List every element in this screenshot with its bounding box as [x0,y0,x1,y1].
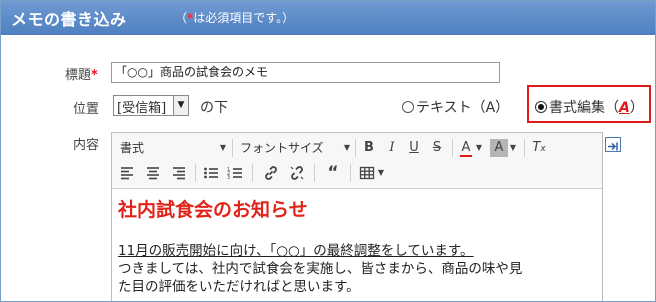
font-size-dropdown[interactable]: フォントサイズ ▼ [240,139,350,157]
unlink-icon[interactable] [288,164,306,182]
position-select-value: [受信箱] [117,101,167,116]
radio-rich-access-key: A [619,100,630,116]
content-label: 内容 [73,138,100,153]
content-line: つきましては、社内で試食会を実施し、皆さまから、商品の味や見 [118,261,523,277]
radio-checked-icon [535,101,547,113]
chevron-down-icon[interactable]: ▼ [474,139,484,157]
panel-title: メモの書き込み [11,10,127,29]
title-label: 標題* [65,64,98,83]
toolbar-separator [452,139,453,157]
position-label: 位置 [73,102,100,117]
required-note: （*は必須項目です。） [175,9,294,26]
toolbar-separator [524,139,525,157]
required-note-text: は必須項目です。） [193,11,295,25]
chevron-down-icon[interactable]: ▼ [508,139,518,157]
font-size-dropdown-label: フォントサイズ [240,141,324,155]
radio-text-label: テキスト（A） [416,100,510,116]
chevron-down-icon: ▼ [343,143,350,152]
radio-rich-label-pre: 書式編集（ [549,100,619,116]
quote-icon[interactable]: “ [324,164,342,182]
toolbar-separator [232,139,233,157]
position-select[interactable]: [受信箱] ▼ [113,95,189,116]
memo-write-panel: メモの書き込み （*は必須項目です。） 標題* 「○○」商品の試食会のメモ 位置… [0,0,656,302]
table-icon[interactable] [358,164,376,182]
svg-text:3: 3 [227,175,230,181]
strikethrough-icon[interactable]: S [428,139,446,157]
editor-toolbar: 書式 ▼ フォントサイズ ▼ B I U S A ▼ A ▼ Tx 1 2 3 … [112,133,602,189]
toolbar-separator [350,164,351,182]
content-heading: 社内試食会のお知らせ [118,199,308,221]
font-color-icon[interactable]: A [457,139,475,157]
required-note-open: （ [175,11,188,25]
title-label-text: 標題 [65,68,92,83]
panel-header: メモの書き込み （*は必須項目です。） [1,1,655,35]
bold-icon[interactable]: B [360,139,378,157]
format-dropdown-label: 書式 [120,141,145,155]
bg-color-icon[interactable]: A [490,139,508,157]
toolbar-separator [195,164,196,182]
italic-icon[interactable]: I [383,139,401,157]
radio-text-mode[interactable]: テキスト（A） [402,97,509,117]
underline-icon[interactable]: U [405,139,423,157]
clear-format-icon[interactable]: Tx [530,139,548,157]
font-color-swatch [460,155,472,157]
align-right-icon[interactable] [170,164,188,182]
link-icon[interactable] [262,164,280,182]
bullet-list-icon[interactable] [202,164,220,182]
chevron-down-icon: ▼ [219,143,226,152]
chevron-down-icon[interactable]: ▼ [376,164,386,182]
toolbar-separator [314,164,315,182]
radio-unchecked-icon [402,101,414,113]
title-input[interactable]: 「○○」商品の試食会のメモ [111,62,500,83]
format-dropdown[interactable]: 書式 ▼ [120,139,226,157]
rich-text-editor: 書式 ▼ フォントサイズ ▼ B I U S A ▼ A ▼ Tx 1 2 3 … [111,132,603,301]
radio-rich-label-post: ） [629,100,644,116]
chevron-down-icon: ▼ [173,96,188,115]
position-suffix: の下 [200,100,228,116]
toolbar-separator [355,139,356,157]
expand-editor-icon[interactable] [605,137,621,152]
content-line: た目の評価をいただければと思います。 [118,279,360,295]
content-line: 11月の販売開始に向け、「○○」の最終調整をしています。 [118,243,474,259]
numbered-list-icon[interactable]: 123 [226,164,244,182]
title-required-mark: * [91,68,98,83]
align-left-icon[interactable] [118,164,136,182]
align-center-icon[interactable] [144,164,162,182]
radio-rich-mode[interactable]: 書式編集（A） [535,97,644,117]
toolbar-separator [252,164,253,182]
